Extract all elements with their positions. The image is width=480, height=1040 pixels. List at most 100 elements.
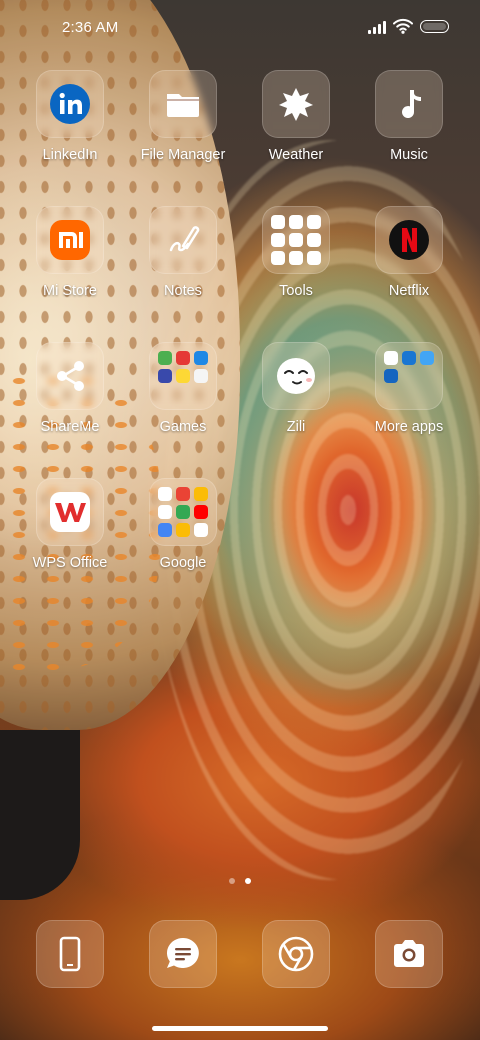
page-dot-active[interactable] [245, 878, 251, 884]
app-tile [36, 206, 104, 274]
folder-mini-icon [402, 351, 416, 365]
app-google-folder[interactable]: Google [127, 478, 239, 588]
home-indicator[interactable] [152, 1026, 328, 1031]
app-tile [262, 342, 330, 410]
app-shareme[interactable]: ShareMe [14, 342, 126, 452]
app-label: Tools [279, 283, 313, 299]
folder-tile [149, 342, 217, 410]
wifi-icon [393, 18, 413, 34]
app-label: File Manager [140, 147, 226, 163]
folder-preview [158, 351, 208, 401]
chrome-icon [278, 936, 314, 972]
folder-mini-icon [176, 369, 190, 383]
folder-mini-icon [176, 487, 190, 501]
camera-icon [394, 940, 424, 967]
folder-icon [167, 94, 199, 117]
battery-icon [420, 20, 449, 33]
folder-mini-icon [384, 369, 398, 383]
folder-preview [384, 351, 434, 401]
app-tools-folder[interactable]: Tools [240, 206, 352, 316]
app-wps-office[interactable]: WPS Office [14, 478, 126, 588]
folder-tile [375, 342, 443, 410]
folder-mini-icon [271, 251, 285, 265]
folder-mini-icon [194, 351, 208, 365]
phone-icon [59, 936, 81, 972]
app-tile [262, 70, 330, 138]
folder-mini-icon [307, 251, 321, 265]
app-file-manager[interactable]: File Manager [127, 70, 239, 180]
app-music[interactable]: Music [353, 70, 465, 180]
app-netflix[interactable]: Netflix [353, 206, 465, 316]
zili-face-icon [277, 358, 315, 394]
folder-mini-icon [307, 233, 321, 247]
app-more-apps-folder[interactable]: More apps [353, 342, 465, 452]
folder-mini-icon [289, 251, 303, 265]
app-label: Notes [164, 283, 202, 299]
linkedin-icon [50, 84, 90, 124]
folder-mini-icon [194, 487, 208, 501]
weather-icon [279, 88, 313, 121]
folder-mini-icon [158, 523, 172, 537]
app-notes[interactable]: Notes [127, 206, 239, 316]
app-label: Mi Store [43, 283, 97, 299]
folder-mini-icon [271, 215, 285, 229]
app-games-folder[interactable]: Games [127, 342, 239, 452]
folder-mini-icon [384, 351, 398, 365]
app-label: WPS Office [32, 555, 108, 571]
dock-camera[interactable] [375, 920, 443, 988]
folder-mini-icon [176, 351, 190, 365]
app-label: Music [390, 147, 428, 163]
signal-icon [368, 21, 388, 34]
folder-mini-icon [158, 487, 172, 501]
folder-mini-icon [289, 215, 303, 229]
folder-mini-icon [158, 369, 172, 383]
dock-phone[interactable] [36, 920, 104, 988]
netflix-icon [389, 220, 429, 260]
folder-tile [262, 206, 330, 274]
app-tile [36, 342, 104, 410]
folder-mini-icon [420, 351, 434, 365]
app-tile [36, 478, 104, 546]
folder-preview [158, 487, 208, 537]
mi-store-icon [50, 220, 90, 260]
status-time: 2:36 AM [62, 19, 119, 36]
folder-mini-icon [194, 505, 208, 519]
app-weather[interactable]: Weather [240, 70, 352, 180]
folder-mini-icon [307, 215, 321, 229]
status-bar: 2:36 AM [0, 0, 480, 56]
folder-mini-icon [271, 233, 285, 247]
wps-office-icon [50, 492, 90, 532]
folder-mini-icon [176, 523, 190, 537]
app-tile [149, 70, 217, 138]
folder-mini-icon [158, 351, 172, 365]
app-label: Netflix [388, 283, 430, 299]
app-tile [36, 70, 104, 138]
app-linkedin[interactable]: LinkedIn [14, 70, 126, 180]
folder-mini-icon [158, 505, 172, 519]
messages-icon [166, 938, 199, 968]
app-label: Games [159, 419, 207, 435]
app-tile [375, 206, 443, 274]
app-label: Weather [268, 147, 324, 163]
dock-chrome[interactable] [262, 920, 330, 988]
folder-mini-icon [194, 369, 208, 383]
page-dot[interactable] [229, 878, 235, 884]
app-label: Zili [286, 419, 306, 435]
app-tile [375, 70, 443, 138]
dock-messages[interactable] [149, 920, 217, 988]
folder-mini-icon [289, 233, 303, 247]
app-label: More apps [374, 419, 444, 435]
app-label: LinkedIn [42, 147, 98, 163]
app-label: ShareMe [40, 419, 100, 435]
wallpaper-lamp-base [0, 730, 80, 900]
app-tile [149, 206, 217, 274]
page-indicator [0, 878, 480, 886]
notes-pen-icon [169, 226, 200, 252]
app-label: Google [159, 555, 207, 571]
folder-mini-icon [176, 505, 190, 519]
app-mi-store[interactable]: Mi Store [14, 206, 126, 316]
folder-tile [149, 478, 217, 546]
music-note-icon [402, 90, 421, 119]
app-zili[interactable]: Zili [240, 342, 352, 452]
share-icon [57, 361, 84, 391]
